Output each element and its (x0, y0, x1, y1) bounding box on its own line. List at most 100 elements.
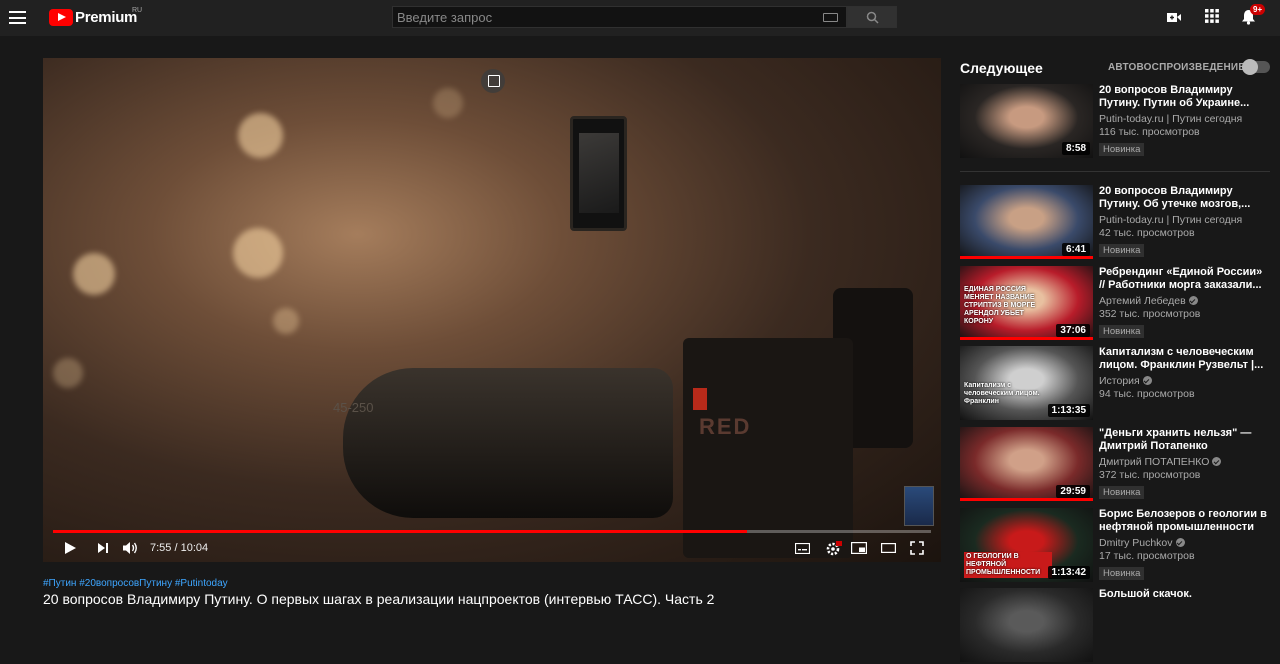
thumbnail-caption: ЕДИНАЯ РОССИЯ МЕНЯЕТ НАЗВАНИЕ СТРИПТИЗ В… (964, 286, 1036, 325)
miniplayer-mode-icon[interactable] (851, 542, 867, 554)
new-badge: Новинка (1099, 244, 1145, 257)
video-thumbnail[interactable]: 29:59 (960, 427, 1093, 501)
thumbnail-caption: Капитализм с человеческим лицом. Франкли… (964, 382, 1040, 405)
red-badge (693, 388, 707, 410)
verified-icon (1175, 538, 1185, 547)
channel-name[interactable]: История (1099, 375, 1267, 388)
create-video-icon[interactable] (1166, 9, 1182, 25)
new-badge: Новинка (1099, 143, 1145, 156)
view-count: 17 тыс. просмотров (1099, 550, 1195, 562)
video-info: Капитализм с человеческим лицом. Франкли… (1099, 346, 1267, 401)
settings-gear-icon[interactable] (826, 541, 842, 556)
video-item-title[interactable]: 20 вопросов Владимиру Путину. Об утечке … (1099, 185, 1267, 211)
video-list-item[interactable]: О ГЕОЛОГИИ В НЕФТЯНОЙ ПРОМЫШЛЕННОСТИ 1:13… (960, 508, 1270, 584)
next-icon[interactable] (97, 542, 109, 554)
bokeh-light (238, 113, 283, 158)
verified-icon (1212, 457, 1222, 466)
video-duration: 1:13:42 (1047, 566, 1090, 579)
video-thumbnail[interactable]: О ГЕОЛОГИИ В НЕФТЯНОЙ ПРОМЫШЛЕННОСТИ 1:13… (960, 508, 1093, 582)
autoplay-toggle[interactable] (1242, 59, 1270, 75)
channel-name[interactable]: Putin-today.ru | Путин сегодня (1099, 214, 1267, 227)
video-list-item[interactable]: Большой скачок. (960, 588, 1270, 664)
view-count: 372 тыс. просмотров (1099, 469, 1201, 481)
camera-lens (343, 368, 673, 518)
video-item-title[interactable]: 20 вопросов Владимиру Путину. Путин об У… (1099, 84, 1267, 110)
video-item-title[interactable]: "Деньги хранить нельзя" — Дмитрий Потапе… (1099, 427, 1267, 453)
video-list-item[interactable]: Капитализм с человеческим лицом. Франкли… (960, 346, 1270, 422)
progress-bar[interactable] (53, 530, 931, 533)
logo-text: Premium (75, 9, 138, 26)
keyboard-icon[interactable] (823, 13, 838, 22)
video-item-title[interactable]: Большой скачок. (1099, 588, 1267, 601)
video-list-item[interactable]: 6:41 20 вопросов Владимиру Путину. Об уте… (960, 185, 1270, 261)
up-next-heading: Следующее (960, 60, 1043, 76)
video-duration: 8:58 (1061, 142, 1090, 155)
video-list-item[interactable]: ЕДИНАЯ РОССИЯ МЕНЯЕТ НАЗВАНИЕ СТРИПТИЗ В… (960, 266, 1270, 342)
search-button[interactable] (847, 6, 897, 28)
video-info: Борис Белозеров о геологии в нефтяной пр… (1099, 508, 1267, 581)
new-badge: Новинка (1099, 486, 1145, 499)
video-thumbnail[interactable]: ЕДИНАЯ РОССИЯ МЕНЯЕТ НАЗВАНИЕ СТРИПТИЗ В… (960, 266, 1093, 340)
video-player[interactable]: 45-250 RED 7:55 / 10:04 (43, 58, 941, 562)
theater-mode-icon[interactable] (881, 543, 896, 553)
video-info: 20 вопросов Владимиру Путину. Путин об У… (1099, 84, 1267, 157)
view-count: 42 тыс. просмотров (1099, 227, 1195, 239)
watched-progress (960, 337, 1093, 340)
view-count: 94 тыс. просмотров (1099, 388, 1195, 400)
divider (960, 171, 1270, 172)
progress-played (53, 530, 747, 533)
watched-progress (960, 256, 1093, 259)
camera-monitor (570, 116, 627, 231)
subtitles-icon[interactable] (795, 543, 810, 554)
search-placeholder: Введите запрос (397, 10, 493, 25)
video-thumbnail[interactable] (960, 588, 1093, 662)
video-item-title[interactable]: Борис Белозеров о геологии в нефтяной пр… (1099, 508, 1267, 534)
miniplayer-icon[interactable] (481, 69, 505, 93)
video-info: Большой скачок. (1099, 588, 1267, 601)
apps-grid-icon[interactable] (1205, 9, 1219, 23)
watched-progress (960, 498, 1093, 501)
bokeh-light (273, 308, 299, 334)
verified-icon (1188, 296, 1198, 305)
bokeh-light (433, 88, 463, 118)
video-duration: 29:59 (1056, 485, 1090, 498)
top-bar: Premium RU Введите запрос 9+ (0, 0, 1280, 36)
region-label: RU (132, 7, 143, 14)
channel-name[interactable]: Артемий Лебедев (1099, 295, 1267, 308)
verified-icon (1142, 376, 1152, 385)
thumbnail-caption: О ГЕОЛОГИИ В НЕФТЯНОЙ ПРОМЫШЛЕННОСТИ (964, 552, 1052, 578)
video-list-item[interactable]: 29:59 "Деньги хранить нельзя" — Дмитрий П… (960, 427, 1270, 503)
video-hashtags[interactable]: #Путин #20вопросовПутину #Putintoday (43, 578, 228, 589)
toggle-knob (1242, 59, 1258, 75)
new-badge: Новинка (1099, 567, 1145, 580)
video-thumbnail[interactable]: 8:58 (960, 84, 1093, 158)
youtube-premium-logo[interactable]: Premium (49, 9, 137, 26)
view-count: 116 тыс. просмотров (1099, 126, 1200, 138)
new-badge: Новинка (1099, 325, 1145, 338)
video-duration: 37:06 (1056, 324, 1090, 337)
autoplay-label: АВТОВОСПРОИЗВЕДЕНИЕ (1108, 62, 1246, 73)
channel-name[interactable]: Дмитрий ПОТАПЕНКО (1099, 456, 1267, 469)
video-list-item[interactable]: 8:58 20 вопросов Владимиру Путину. Путин … (960, 84, 1270, 160)
camera-brand-text: RED (699, 414, 752, 439)
channel-name[interactable]: Putin-today.ru | Путин сегодня (1099, 113, 1267, 126)
bokeh-light (73, 253, 115, 295)
fullscreen-icon[interactable] (910, 541, 924, 555)
video-item-title[interactable]: Ребрендинг «Единой России» // Работники … (1099, 266, 1267, 292)
camera-body-right (683, 338, 853, 558)
video-thumbnail[interactable]: Капитализм с человеческим лицом. Франкли… (960, 346, 1093, 420)
youtube-play-icon (49, 9, 73, 26)
video-item-title[interactable]: Капитализм с человеческим лицом. Франкли… (1099, 346, 1267, 372)
search-input[interactable]: Введите запрос (392, 6, 847, 28)
video-info: Ребрендинг «Единой России» // Работники … (1099, 266, 1267, 339)
play-icon[interactable] (63, 540, 77, 556)
video-thumbnail[interactable]: 6:41 (960, 185, 1093, 259)
inset-thumbnail (904, 486, 934, 526)
channel-name[interactable]: Dmitry Puchkov (1099, 537, 1267, 550)
notification-count-badge: 9+ (1250, 4, 1266, 15)
volume-icon[interactable] (122, 541, 139, 555)
bokeh-light (233, 228, 283, 278)
menu-icon[interactable] (9, 11, 26, 24)
video-duration: 1:13:35 (1047, 404, 1090, 417)
bokeh-light (53, 358, 83, 388)
